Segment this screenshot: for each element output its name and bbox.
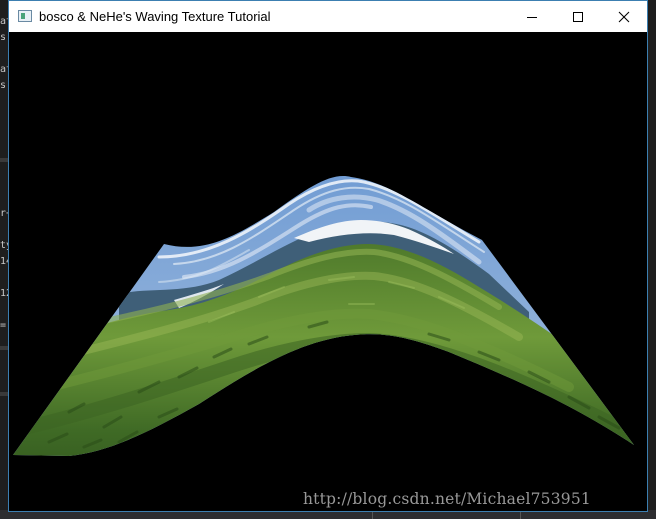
maximize-button[interactable] — [555, 1, 601, 32]
minimize-button[interactable] — [509, 1, 555, 32]
opengl-canvas[interactable]: http://blog.csdn.net/Michael753951 — [9, 32, 647, 511]
title-bar[interactable]: bosco & NeHe's Waving Texture Tutorial — [9, 1, 647, 32]
minimize-icon — [527, 16, 537, 18]
close-icon — [618, 11, 630, 22]
close-button[interactable] — [601, 1, 647, 32]
maximize-icon — [573, 11, 583, 22]
app-icon — [18, 10, 32, 22]
screen: at s[ at s[ r+ ty 14 12 = bosco & NeHe's… — [0, 0, 656, 519]
app-window: bosco & NeHe's Waving Texture Tutorial h… — [8, 0, 648, 512]
flag-texture — [13, 176, 634, 456]
window-title: bosco & NeHe's Waving Texture Tutorial — [39, 9, 271, 24]
waving-flag-render — [13, 176, 634, 456]
watermark: http://blog.csdn.net/Michael753951 — [303, 490, 591, 508]
